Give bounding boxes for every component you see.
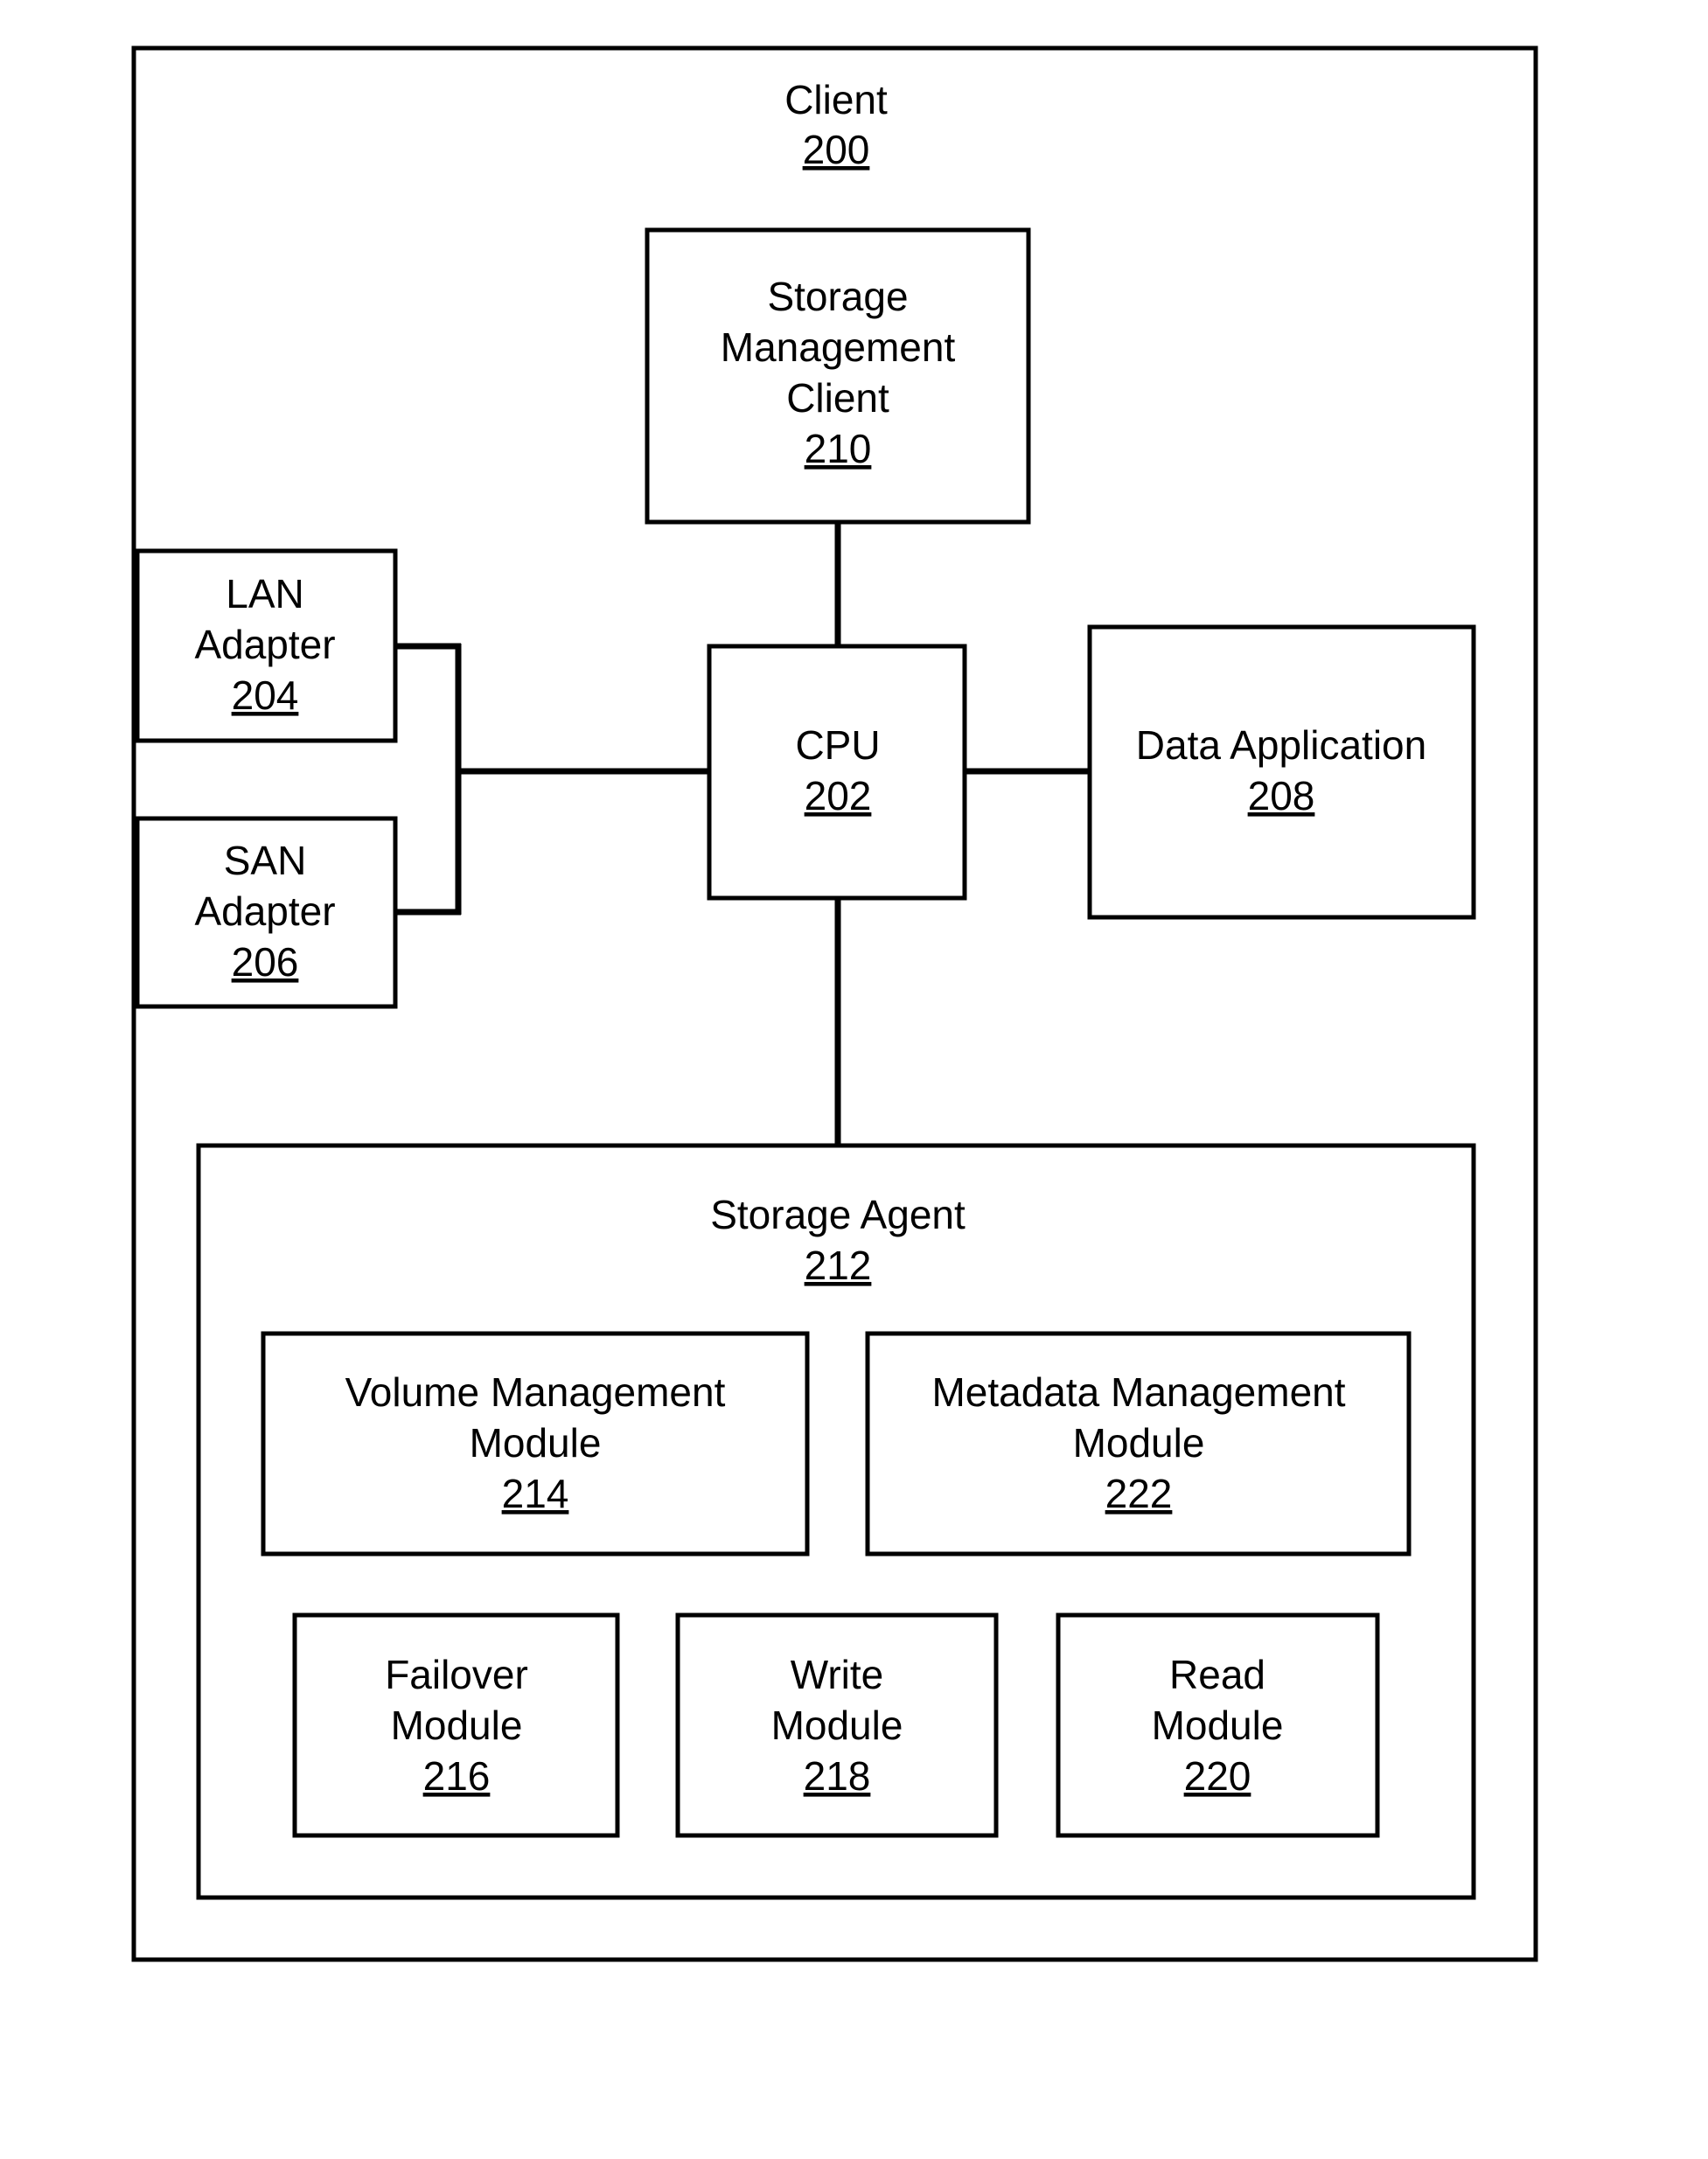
smc-ref: 210 [805, 426, 872, 471]
client-architecture-diagram: Client 200 Storage Management Client 210… [131, 45, 1538, 1962]
san-line-2: Adapter [194, 888, 335, 934]
write-module: Write Module 218 [675, 1612, 999, 1838]
cpu: CPU 202 [707, 644, 967, 901]
san-ref: 206 [232, 939, 299, 985]
read-ref: 220 [1184, 1753, 1251, 1799]
storage-agent: Storage Agent 212 Volume Management Modu… [196, 1143, 1476, 1900]
data-application: Data Application 208 [1087, 624, 1476, 920]
mmm-line-1: Metadata Management [931, 1369, 1345, 1415]
lan-ref: 204 [232, 672, 299, 718]
san-adapter: SAN Adapter 206 [135, 816, 398, 1009]
mmm-line-2: Module [1073, 1420, 1205, 1466]
failover-line-1: Failover [385, 1652, 528, 1697]
read-line-2: Module [1152, 1703, 1284, 1748]
vmm-line-2: Module [470, 1420, 602, 1466]
smc-line-2: Management [721, 324, 956, 370]
vmm-line-1: Volume Management [345, 1369, 726, 1415]
client-label: Client [784, 77, 888, 122]
lan-line-1: LAN [226, 571, 303, 616]
cpu-label: CPU [795, 722, 880, 768]
san-line-1: SAN [224, 838, 307, 883]
metadata-management-module: Metadata Management Module 222 [865, 1331, 1412, 1557]
write-ref: 218 [804, 1753, 871, 1799]
client-ref: 200 [803, 127, 870, 172]
lan-adapter: LAN Adapter 204 [135, 548, 398, 743]
write-line-2: Module [771, 1703, 903, 1748]
failover-ref: 216 [423, 1753, 491, 1799]
volume-management-module: Volume Management Module 214 [261, 1331, 810, 1557]
lan-line-2: Adapter [194, 622, 335, 667]
storage-agent-ref: 212 [805, 1243, 872, 1288]
cpu-ref: 202 [805, 773, 872, 818]
storage-management-client: Storage Management Client 210 [645, 227, 1031, 525]
read-line-1: Read [1169, 1652, 1265, 1697]
data-application-label: Data Application [1136, 722, 1426, 768]
mmm-ref: 222 [1105, 1471, 1173, 1516]
data-application-ref: 208 [1248, 773, 1315, 818]
smc-line-3: Client [786, 375, 889, 421]
smc-line-1: Storage [767, 274, 908, 319]
failover-line-2: Module [391, 1703, 523, 1748]
read-module: Read Module 220 [1056, 1612, 1380, 1838]
storage-agent-label: Storage Agent [710, 1192, 966, 1237]
failover-module: Failover Module 216 [292, 1612, 620, 1838]
vmm-ref: 214 [502, 1471, 569, 1516]
write-line-1: Write [791, 1652, 884, 1697]
